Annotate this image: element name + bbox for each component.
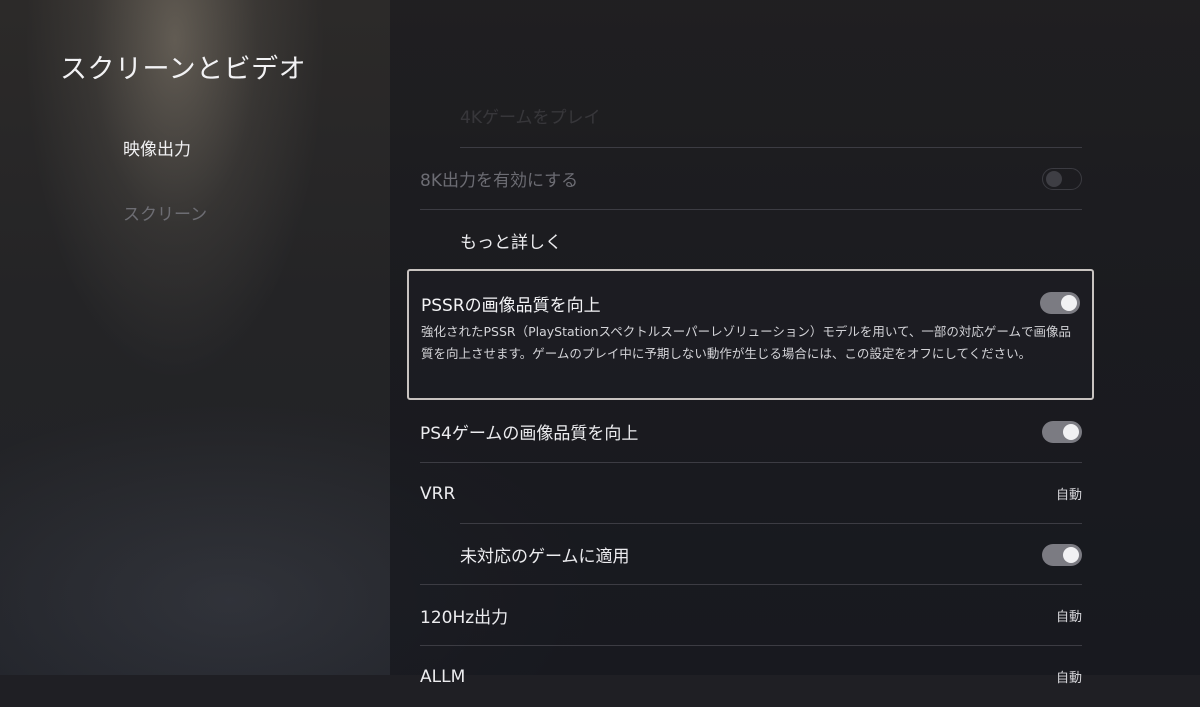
page-title: スクリーンとビデオ: [60, 54, 307, 85]
setting-row-more-details[interactable]: もっと詳しく: [460, 210, 1082, 271]
sidebar-item-video-output[interactable]: 映像出力: [123, 135, 191, 160]
sidebar-item-screen[interactable]: スクリーン: [123, 200, 207, 225]
setting-label: PSSRの画像品質を向上: [421, 296, 601, 316]
setting-label: 120Hz出力: [420, 608, 509, 628]
setting-row-apply-unsupported[interactable]: 未対応のゲームに適用: [460, 524, 1082, 585]
more-details-link: もっと詳しく: [460, 233, 562, 253]
toggle-ps4-quality[interactable]: [1042, 420, 1082, 443]
setting-label: ALLM: [420, 666, 466, 687]
setting-row-ps4-quality[interactable]: PS4ゲームの画像品質を向上: [420, 401, 1082, 462]
setting-row-allm[interactable]: ALLM 自動: [420, 646, 1082, 707]
setting-label: 未対応のゲームに適用: [460, 547, 630, 567]
setting-label: VRR: [420, 483, 456, 504]
setting-row-8k-output[interactable]: 8K出力を有効にする: [420, 148, 1082, 209]
toggle-apply-unsupported[interactable]: [1042, 543, 1082, 566]
setting-row-120hz[interactable]: 120Hz出力 自動: [420, 585, 1082, 646]
setting-row-vrr[interactable]: VRR 自動: [420, 463, 1082, 524]
setting-label: 8K出力を有効にする: [420, 171, 579, 191]
setting-description: 強化されたPSSR（PlayStationスペクトルスーパーレゾリューション）モ…: [421, 324, 1071, 361]
setting-label: PS4ゲームの画像品質を向上: [420, 424, 639, 444]
setting-row-pssr-focused[interactable]: PSSRの画像品質を向上 強化されたPSSR（PlayStationスペクトルス…: [407, 269, 1094, 400]
setting-value: 自動: [1055, 488, 1082, 503]
toggle-pssr[interactable]: [1040, 292, 1080, 314]
faded-top-setting-label: 4Kゲームをプレイ: [460, 108, 601, 125]
setting-value: 自動: [1055, 610, 1082, 625]
setting-value: 自動: [1055, 671, 1082, 686]
toggle-8k-output[interactable]: [1042, 167, 1082, 190]
